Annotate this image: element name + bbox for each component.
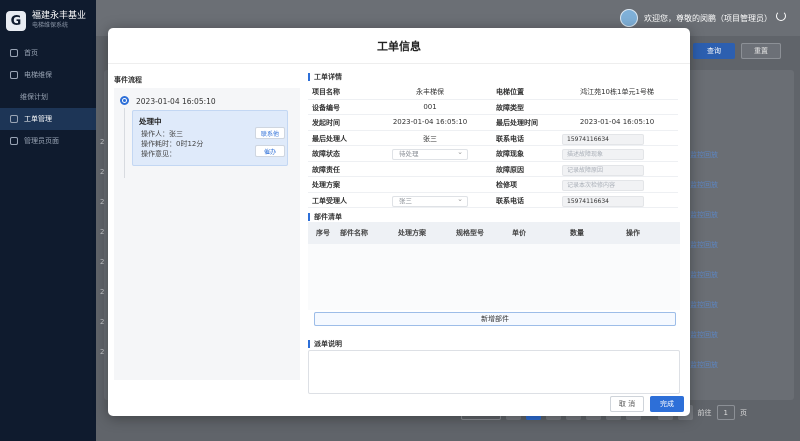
app-name: 福建永丰基业 <box>32 11 87 21</box>
fault-symptom-field[interactable]: 描述故障现象 <box>562 149 644 160</box>
assignee-select[interactable]: 张三 <box>392 195 468 207</box>
parts-table-body <box>308 244 680 310</box>
detail-row: 发起时间 2023-01-04 16:05:10 最后处理时间 2023-01-… <box>308 115 678 131</box>
playback-link[interactable]: 监控回放 <box>690 150 718 160</box>
sidebar: G 福建永丰基业 电梯维保系统 首页 电梯维保 维保计划 工单管理 管理员页面 <box>0 0 96 441</box>
goto-page-input[interactable]: 1 <box>716 405 735 420</box>
assignee-phone-field[interactable]: 15974116634 <box>562 195 644 207</box>
detail-row: 最后处理人 张三 联系电话 15974116634 <box>308 131 678 146</box>
logo: G 福建永丰基业 电梯维保系统 <box>0 0 96 42</box>
col-quantity: 数量 <box>570 229 584 237</box>
col-part-name: 部件名称 <box>340 229 368 237</box>
last-handled-time: 2023-01-04 16:05:10 <box>579 118 655 126</box>
fault-status-select[interactable]: 待处理 <box>392 148 468 160</box>
cancel-button[interactable]: 取 消 <box>610 396 644 412</box>
timeline-card: 处理中 操作人：张三 操作耗时：0时12分 操作意见： 联系他 催办 <box>132 110 288 166</box>
add-part-button[interactable]: 新增部件 <box>314 312 676 326</box>
home-icon <box>10 49 18 57</box>
workorder-icon <box>10 115 18 123</box>
detail-row: 项目名称 永丰梯保 电梯位置 鸿江苑10栋1单元1号梯 <box>308 84 678 100</box>
timeline-line <box>124 108 125 178</box>
goto-label: 前往 <box>697 408 712 417</box>
contact-button[interactable]: 联系他 <box>255 127 285 139</box>
timeline-duration: 操作耗时：0时12分 <box>141 140 204 148</box>
last-handler: 张三 <box>423 134 437 143</box>
playback-link[interactable]: 监控回放 <box>690 300 718 310</box>
user-info[interactable]: 欢迎您，尊敬的闵鹏（项目管理员） <box>620 9 772 27</box>
playback-link[interactable]: 监控回放 <box>690 270 718 280</box>
detail-section-title: 工单详情 <box>308 73 342 81</box>
sidebar-item-admin[interactable]: 管理员页面 <box>0 130 96 152</box>
col-model: 规格型号 <box>456 229 484 237</box>
fault-cause-field[interactable]: 记录故障原因 <box>562 164 644 176</box>
sidebar-item-plan[interactable]: 维保计划 <box>0 86 96 108</box>
goto-suffix: 页 <box>740 408 747 417</box>
done-button[interactable]: 完成 <box>650 396 684 412</box>
playback-link[interactable]: 监控回放 <box>690 210 718 220</box>
device-number: 001 <box>423 102 437 111</box>
parts-section-title: 部件清单 <box>308 213 342 221</box>
admin-icon <box>10 137 18 145</box>
workorder-modal: 工单信息 事件流程 2023-01-04 16:05:10 处理中 操作人：张三… <box>108 28 690 416</box>
start-time: 2023-01-04 16:05:10 <box>392 118 468 126</box>
modal-title: 工单信息 <box>108 28 690 64</box>
timeline-operator: 操作人：张三 <box>141 130 183 138</box>
detail-row: 处理方案 检修项 记录本次检修内容 <box>308 177 678 193</box>
elevator-location: 鸿江苑10栋1单元1号梯 <box>580 88 654 96</box>
timeline-dot <box>120 96 129 105</box>
detail-row: 故障状态 待处理 故障现象 描述故障现象 <box>308 146 678 162</box>
contact-phone-field[interactable]: 15974116634 <box>562 133 644 145</box>
timeline-opinion: 操作意见： <box>141 150 176 158</box>
search-button[interactable]: 查询 <box>693 43 735 59</box>
detail-grid: 项目名称 永丰梯保 电梯位置 鸿江苑10栋1单元1号梯 设备编号 001 故障类… <box>308 84 678 208</box>
avatar <box>620 9 638 27</box>
urge-button[interactable]: 催办 <box>255 145 285 157</box>
elevator-icon <box>10 71 18 79</box>
flow-section-title: 事件流程 <box>114 76 142 84</box>
playback-link[interactable]: 监控回放 <box>690 330 718 340</box>
event-timeline: 2023-01-04 16:05:10 处理中 操作人：张三 操作耗时：0时12… <box>114 88 300 380</box>
col-action: 操作 <box>626 229 640 237</box>
app-subname: 电梯维保系统 <box>32 22 69 29</box>
logo-mark: G <box>6 11 26 31</box>
dispatch-remark-textarea[interactable] <box>308 350 680 394</box>
welcome-text: 欢迎您，尊敬的闵鹏（项目管理员） <box>644 13 772 23</box>
parts-table-header: 序号 部件名称 处理方案 规格型号 单价 数量 操作 <box>308 222 680 244</box>
timeline-time: 2023-01-04 16:05:10 <box>136 97 216 106</box>
col-solution: 处理方案 <box>398 229 426 237</box>
col-index: 序号 <box>316 229 330 237</box>
sidebar-item-workorders[interactable]: 工单管理 <box>0 108 96 130</box>
reset-button[interactable]: 重置 <box>741 43 781 59</box>
logout-icon[interactable] <box>776 11 786 21</box>
sidebar-item-maintenance[interactable]: 电梯维保 <box>0 64 96 86</box>
detail-row: 故障责任 故障原因 记录故障原因 <box>308 162 678 177</box>
project-name: 永丰梯保 <box>416 88 444 96</box>
playback-link[interactable]: 监控回放 <box>690 240 718 250</box>
detail-row: 设备编号 001 故障类型 <box>308 100 678 115</box>
remark-section-title: 派单说明 <box>308 340 342 348</box>
playback-link[interactable]: 监控回放 <box>690 180 718 190</box>
col-price: 单价 <box>512 229 526 237</box>
playback-link[interactable]: 监控回放 <box>690 360 718 370</box>
sidebar-item-home[interactable]: 首页 <box>0 42 96 64</box>
inspection-field[interactable]: 记录本次检修内容 <box>562 180 644 191</box>
timeline-status: 处理中 <box>139 117 162 126</box>
detail-row: 工单受理人 张三 联系电话 15974116634 <box>308 193 678 208</box>
